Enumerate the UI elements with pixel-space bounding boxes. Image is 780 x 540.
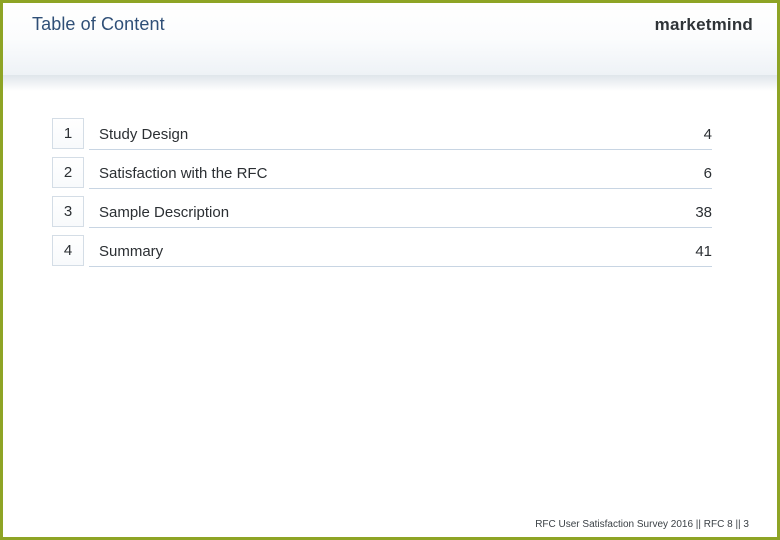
toc-entry-title: Study Design: [99, 126, 189, 143]
header-shadow: [3, 75, 777, 91]
toc-entry-title: Summary: [99, 243, 164, 260]
toc-number-box: 4: [52, 235, 84, 266]
toc-row: 2 Satisfaction with the RFC 6: [52, 155, 712, 194]
toc-entry: Study Design 4: [89, 118, 712, 150]
toc-number-box: 1: [52, 118, 84, 149]
header-bar: Table of Content marketmind: [3, 3, 777, 75]
toc-entry-title: Sample Description: [99, 204, 230, 221]
toc-entry-page: 41: [695, 243, 712, 260]
toc-entry: Satisfaction with the RFC 6: [89, 157, 712, 189]
toc-row: 4 Summary 41: [52, 233, 712, 272]
toc-row: 1 Study Design 4: [52, 116, 712, 155]
slide: Table of Content marketmind 1 Study Desi…: [0, 0, 780, 540]
page-title: Table of Content: [32, 14, 165, 34]
table-of-contents: 1 Study Design 4 2 Satisfaction with the…: [52, 116, 712, 272]
toc-number-box: 2: [52, 157, 84, 188]
toc-number-box: 3: [52, 196, 84, 227]
marketmind-logo: marketmind: [654, 15, 753, 34]
toc-entry-page: 38: [695, 204, 712, 221]
toc-entry: Summary 41: [89, 235, 712, 267]
toc-entry: Sample Description 38: [89, 196, 712, 228]
toc-row: 3 Sample Description 38: [52, 194, 712, 233]
toc-entry-page: 4: [703, 126, 712, 143]
toc-entry-title: Satisfaction with the RFC: [99, 165, 268, 182]
toc-entry-page: 6: [703, 165, 712, 182]
footer-text: RFC User Satisfaction Survey 2016 || RFC…: [535, 519, 749, 530]
